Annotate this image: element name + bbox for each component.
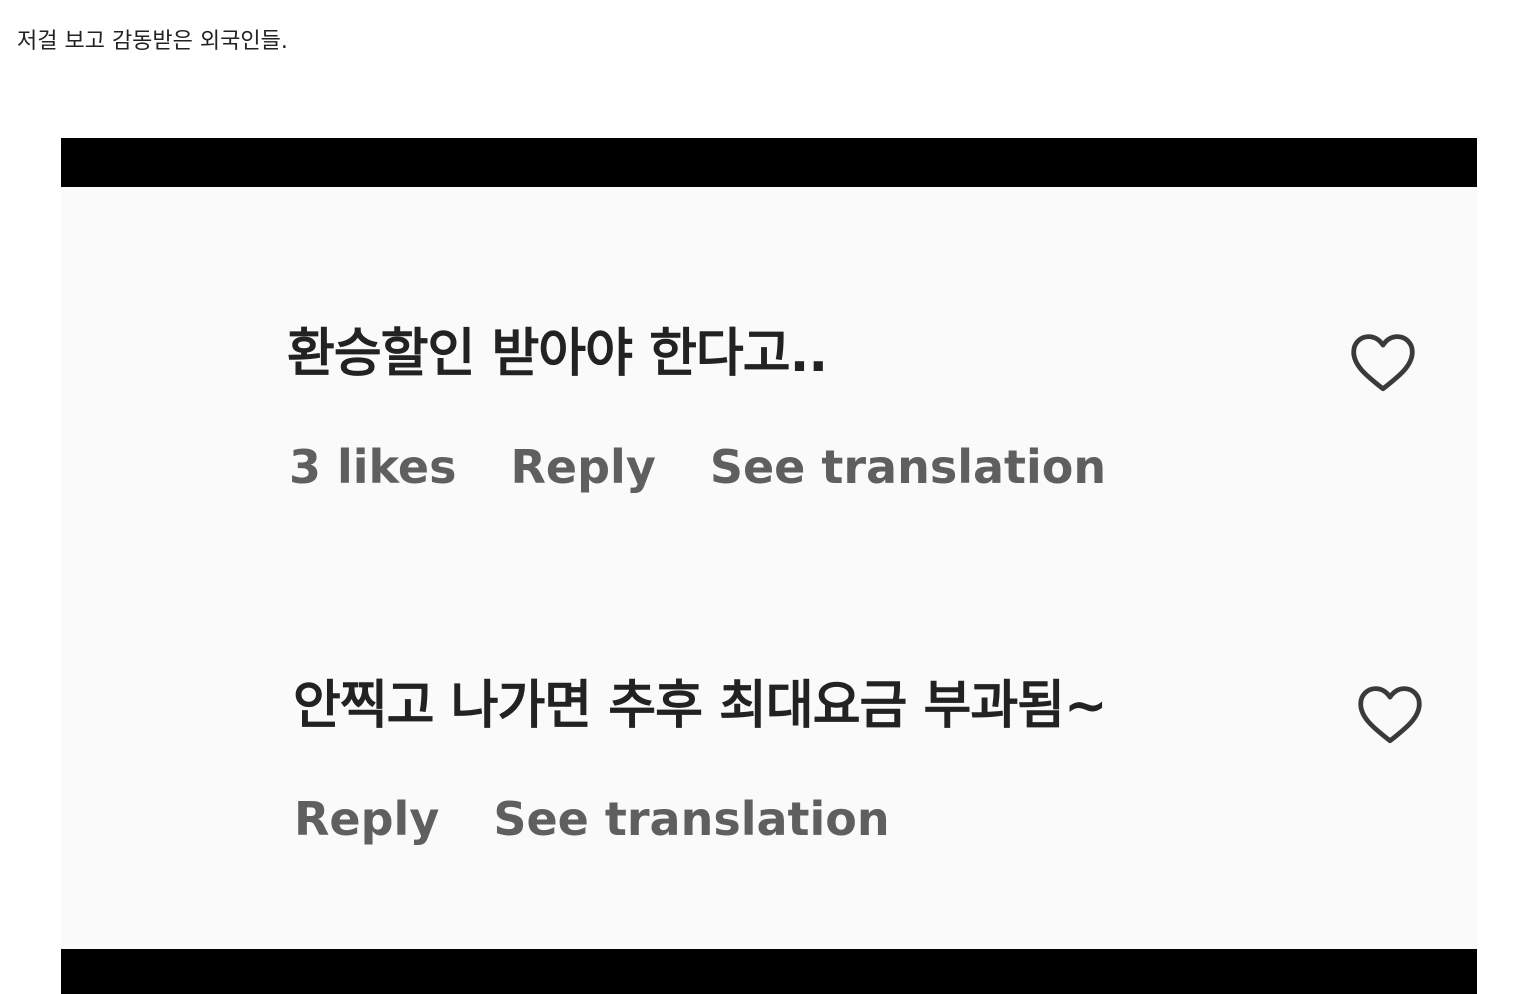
heart-outline-icon[interactable] xyxy=(1349,331,1417,393)
reply-button[interactable]: Reply xyxy=(511,439,656,495)
comment-2-text: 안찍고 나가면 추후 최대요금 부과됨~ xyxy=(293,676,1108,736)
comment-1-actions: 3 likes Reply See translation xyxy=(289,439,1106,495)
see-translation-link[interactable]: See translation xyxy=(710,439,1106,495)
embedded-screenshot: 환승할인 받아야 한다고.. 3 likes Reply See transla… xyxy=(61,138,1477,994)
comment-1-text: 환승할인 받아야 한다고.. xyxy=(287,324,828,384)
see-translation-link[interactable]: See translation xyxy=(493,791,889,847)
comment-2-actions: Reply See translation xyxy=(294,791,890,847)
post-caption: 저걸 보고 감동받은 외국인들. xyxy=(17,29,288,54)
reply-button[interactable]: Reply xyxy=(294,791,439,847)
likes-count[interactable]: 3 likes xyxy=(289,439,457,495)
heart-outline-icon[interactable] xyxy=(1356,683,1424,745)
top-black-bar xyxy=(61,138,1477,187)
bottom-black-bar xyxy=(61,949,1477,994)
